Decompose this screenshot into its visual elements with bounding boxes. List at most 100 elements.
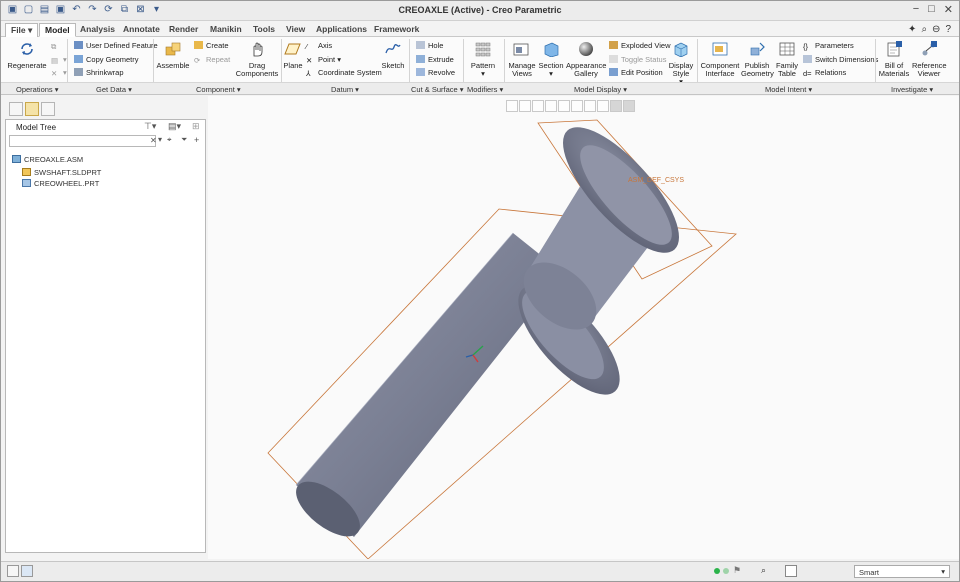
title-bar: ▣ ▢ ▤ ▣ ↶ ↷ ⟳ ⧉ ⊠ ▾ CREOAXLE (Active) - …: [1, 1, 959, 21]
appearance-gallery-button[interactable]: Appearance Gallery: [566, 41, 606, 78]
tab-framework[interactable]: Framework: [369, 23, 424, 37]
relations-icon: d=: [803, 69, 812, 78]
hole-button[interactable]: Hole: [416, 41, 443, 50]
tab-folder-browser[interactable]: [41, 102, 55, 116]
manage-views-button[interactable]: Manage Views: [507, 41, 537, 78]
reference-viewer-icon: [922, 41, 937, 56]
flag-icon[interactable]: ⚑: [733, 565, 741, 576]
show-navigator-icon[interactable]: [7, 565, 19, 577]
minimize-icon[interactable]: −: [913, 3, 919, 16]
axis-icon: ⁄: [306, 42, 308, 51]
model-tree-panel: Model Tree ⊤▾ ▤▾ ⊞ ✕ ▾ ⌖ ⏷ + CREOAXLE.AS…: [5, 119, 206, 553]
axle-shaft: [296, 233, 563, 537]
copy-geometry-button[interactable]: Copy Geometry: [74, 55, 139, 64]
tab-file[interactable]: File ▾: [5, 23, 39, 37]
extrude-button[interactable]: Extrude: [416, 55, 454, 64]
display-style-button[interactable]: Display Style ▾: [668, 41, 694, 86]
model-intent-group-label[interactable]: Model Intent ▾: [765, 85, 812, 94]
regenerate-button[interactable]: Regenerate: [7, 41, 47, 70]
add-column-icon[interactable]: +: [194, 135, 199, 145]
close-icon[interactable]: ✕: [944, 3, 953, 16]
tab-applications[interactable]: Applications: [311, 23, 372, 37]
investigate-group-label[interactable]: Investigate ▾: [891, 85, 933, 94]
component-interface-button[interactable]: Component Interface: [700, 41, 740, 78]
switch-dimensions-button[interactable]: Switch Dimensions: [803, 55, 878, 64]
exploded-view-button[interactable]: Exploded View: [609, 41, 670, 50]
clear-search-icon[interactable]: ✕: [150, 136, 157, 145]
datum-group-label[interactable]: Datum ▾: [331, 85, 359, 94]
operations-paste-button[interactable]: ▤ ▾: [51, 55, 67, 65]
edit-position-icon: [609, 68, 618, 76]
tab-model[interactable]: Model: [39, 23, 76, 37]
parameters-button[interactable]: {} Parameters: [803, 41, 854, 51]
section-icon: [544, 42, 559, 58]
tree-item-part[interactable]: SWSHAFT.SLDPRT: [22, 168, 101, 177]
bill-of-materials-button[interactable]: Bill of Materials: [877, 41, 911, 78]
tree-filter-icon[interactable]: ⊞: [192, 121, 200, 132]
operations-group-label[interactable]: Operations ▾: [16, 85, 59, 94]
operations-copy-button[interactable]: ⧉: [51, 41, 63, 51]
selection-filter-icon[interactable]: [785, 565, 797, 577]
component-group-label[interactable]: Component ▾: [196, 85, 241, 94]
assemble-button[interactable]: Assemble: [156, 41, 190, 70]
model-tree-header: Model Tree ⊤▾ ▤▾ ⊞: [6, 120, 205, 133]
tab-render[interactable]: Render: [164, 23, 203, 37]
tab-layers[interactable]: [9, 102, 23, 116]
revolve-button[interactable]: Revolve: [416, 68, 455, 77]
extrude-icon: [416, 55, 425, 63]
tree-item-root-assembly[interactable]: CREOAXLE.ASM: [12, 155, 83, 164]
reference-viewer-button[interactable]: Reference Viewer: [912, 41, 947, 78]
sketch-button[interactable]: Sketch: [379, 41, 407, 70]
selection-filter-select[interactable]: Smart ▾: [854, 565, 950, 578]
exploded-view-icon: [609, 41, 618, 49]
operations-delete-button[interactable]: ✕ ▾: [51, 68, 67, 78]
create-component-button[interactable]: Create: [194, 41, 229, 50]
funnel-filter-icon[interactable]: ⏷: [181, 135, 187, 145]
find-in-status-icon[interactable]: ⌕: [761, 565, 766, 576]
window-title: CREOAXLE (Active) - Creo Parametric: [398, 5, 562, 15]
publish-geometry-button[interactable]: Publish Geometry: [741, 41, 774, 78]
tree-search-input[interactable]: ✕: [9, 135, 157, 147]
search-dropdown-icon[interactable]: ▾: [158, 135, 162, 144]
tab-tools[interactable]: Tools: [248, 23, 280, 37]
model-display-group-label[interactable]: Model Display ▾: [574, 85, 627, 94]
settings-icon[interactable]: ⊖: [932, 24, 940, 35]
cut-surface-group-label[interactable]: Cut & Surface ▾: [411, 85, 464, 94]
appearance-sphere-icon: [579, 42, 593, 56]
repeat-button[interactable]: ⟳ Repeat: [194, 55, 230, 65]
coordinate-system-button[interactable]: ⅄ Coordinate System: [306, 68, 382, 78]
chevron-down-icon: ▾: [941, 567, 945, 576]
pattern-button[interactable]: Pattern ▾: [469, 41, 497, 78]
tab-model-tree[interactable]: [25, 102, 39, 116]
plane-button[interactable]: Plane: [283, 41, 303, 70]
help-icon[interactable]: ?: [945, 24, 951, 35]
help-bulb-icon[interactable]: ✦: [908, 24, 916, 35]
show-browser-icon[interactable]: [21, 565, 33, 577]
repeat-icon: ⟳: [194, 56, 201, 65]
user-defined-feature-button[interactable]: User Defined Feature: [74, 41, 158, 50]
tab-analysis[interactable]: Analysis: [75, 23, 120, 37]
point-button[interactable]: ✕ Point ▾: [306, 55, 341, 65]
family-table-button[interactable]: Family Table: [774, 41, 800, 78]
shrinkwrap-button[interactable]: Shrinkwrap: [74, 68, 124, 77]
tree-item-part[interactable]: CREOWHEEL.PRT: [22, 179, 99, 188]
drag-components-button[interactable]: Drag Components: [235, 41, 279, 78]
axis-button[interactable]: ⁄ Axis: [306, 41, 332, 51]
tab-view[interactable]: View: [281, 23, 310, 37]
section-button[interactable]: Section ▾: [538, 41, 564, 78]
maximize-icon[interactable]: □: [928, 3, 935, 16]
tree-settings-icon[interactable]: ⊤▾: [144, 121, 156, 132]
edit-position-button[interactable]: Edit Position: [609, 68, 663, 77]
get-data-group-label[interactable]: Get Data ▾: [96, 85, 132, 94]
pattern-icon: [475, 42, 491, 57]
tab-annotate[interactable]: Annotate: [118, 23, 165, 37]
tree-show-icon[interactable]: ▤▾: [168, 121, 181, 132]
find-icon[interactable]: ⌖: [167, 135, 172, 145]
tab-manikin[interactable]: Manikin: [205, 23, 247, 37]
assemble-icon: [165, 42, 181, 56]
relations-button[interactable]: d= Relations: [803, 68, 846, 78]
toggle-status-button[interactable]: Toggle Status: [609, 55, 666, 64]
warning-part-icon: [22, 168, 31, 176]
search-icon[interactable]: ⌕: [921, 24, 927, 35]
modifiers-group-label[interactable]: Modifiers ▾: [467, 85, 503, 94]
